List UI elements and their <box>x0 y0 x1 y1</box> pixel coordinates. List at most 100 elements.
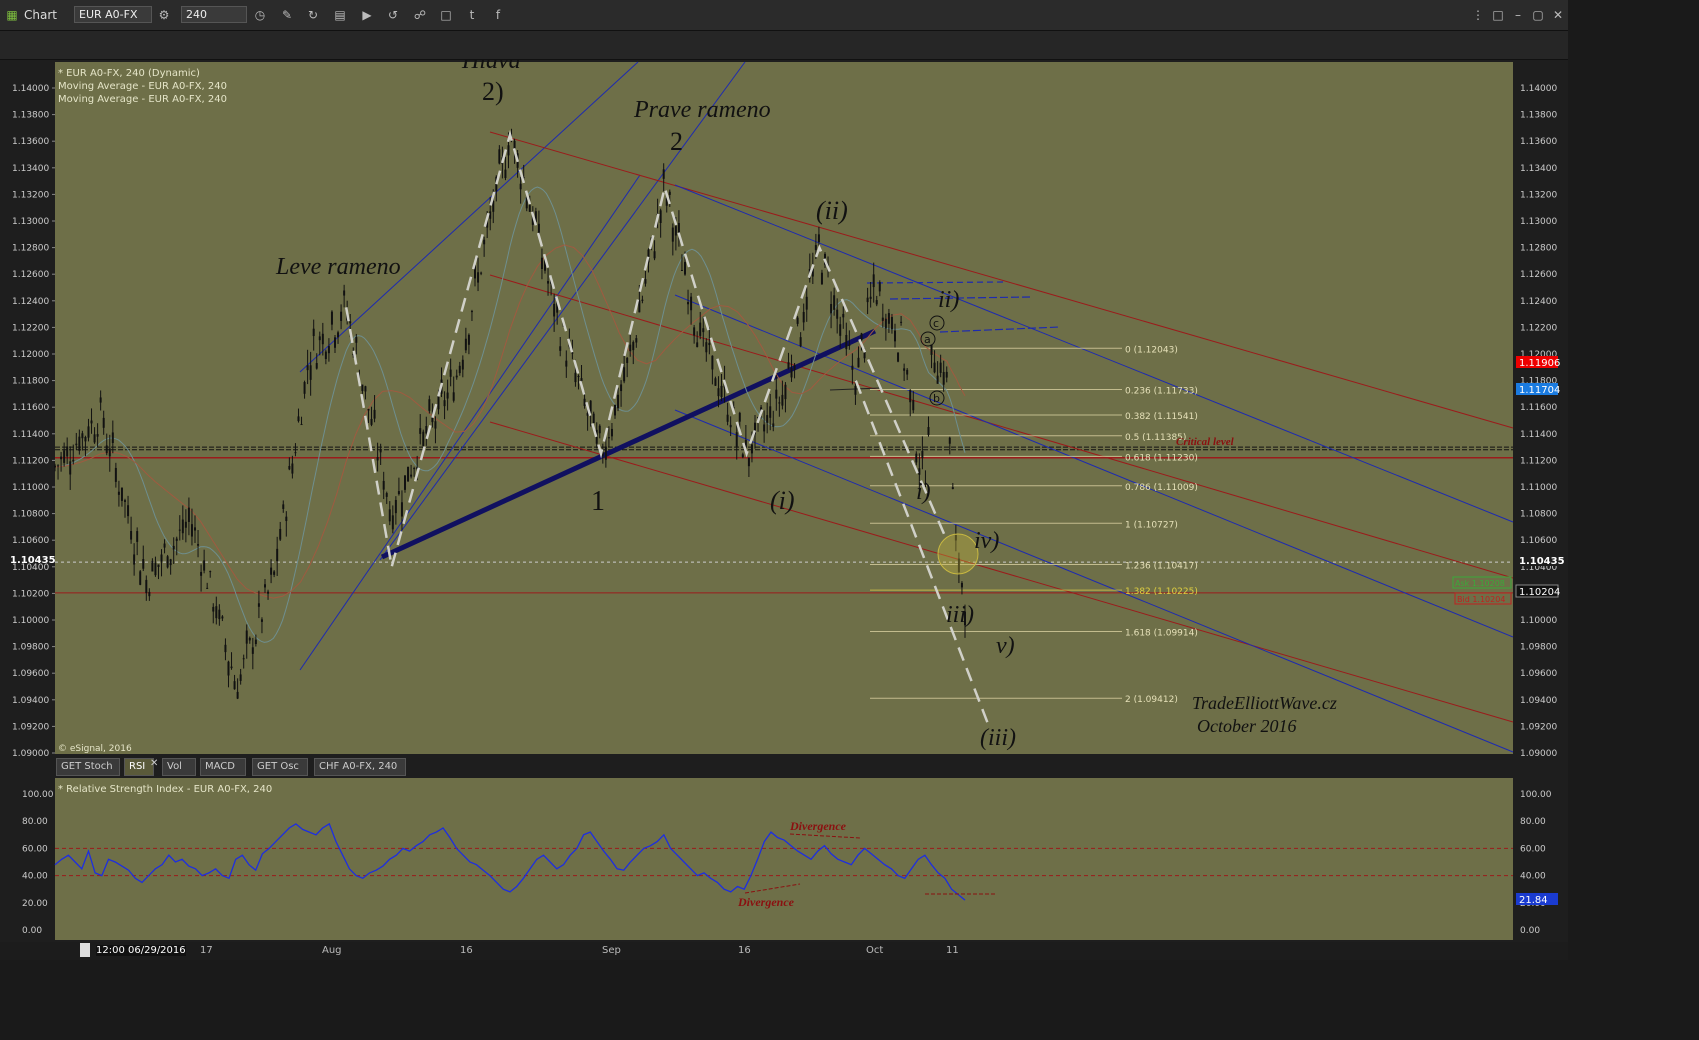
y-tick-right: 1.14000 <box>1520 84 1557 94</box>
rsi-title: * Relative Strength Index - EUR A0-FX, 2… <box>58 784 272 795</box>
candle-body <box>464 338 467 351</box>
candle-body <box>102 417 105 428</box>
twitter-icon[interactable]: t <box>464 7 480 23</box>
candle-body <box>422 431 425 446</box>
candle-body <box>254 639 257 644</box>
candle-body <box>413 468 416 470</box>
symbol-input[interactable] <box>74 6 152 23</box>
candle-body <box>324 351 327 360</box>
rsi-pane <box>55 778 1513 940</box>
candle-body <box>890 317 893 330</box>
y-tick-right: 1.13400 <box>1520 164 1557 174</box>
candle-body <box>711 355 714 370</box>
chart-canvas[interactable]: 1.14000 1.13800 1.13600 1.13400 1.13200 1.130… <box>0 60 1568 942</box>
candle-body <box>69 461 72 475</box>
replay-icon[interactable]: ↺ <box>385 7 401 23</box>
window-menu-icon[interactable]: ⋮ <box>1470 7 1486 23</box>
x-axis: 12:00 06/29/2016 17 Aug 16 Sep 16 Oct 11 <box>0 942 1568 960</box>
copyright: © eSignal, 2016 <box>58 744 132 754</box>
comment-icon[interactable]: □ <box>438 7 454 23</box>
candle-body <box>903 368 906 371</box>
candle-body <box>145 579 148 594</box>
clock-icon[interactable]: ◷ <box>252 7 268 23</box>
watermark-line1: TradeElliottWave.cz <box>1192 693 1337 713</box>
candle-body <box>248 637 251 641</box>
label-iv: iv) <box>974 528 999 554</box>
restore-icon[interactable]: □ <box>1490 7 1506 23</box>
candle-body <box>918 468 921 475</box>
candle-body <box>814 245 817 251</box>
facebook-icon[interactable]: f <box>490 7 506 23</box>
symbol-lookup-icon[interactable]: ⚙ <box>156 7 172 23</box>
candle-body <box>400 502 403 517</box>
badge-current-text: 1.10435 <box>1519 556 1565 567</box>
candle-body <box>221 616 224 619</box>
y-tick-right: 1.10800 <box>1520 510 1557 520</box>
tab-get-stoch[interactable]: GET Stoch <box>56 758 120 776</box>
candle-body <box>446 392 449 399</box>
candle-body <box>184 521 187 528</box>
tab-get-osc[interactable]: GET Osc <box>252 758 308 776</box>
y-tick-right: 1.11600 <box>1520 403 1557 413</box>
legend-line-3: Moving Average - EUR A0-FX, 240 <box>58 94 227 105</box>
candle-body <box>699 322 702 336</box>
candle-body <box>90 420 93 424</box>
candle-body <box>483 239 486 245</box>
y-tick-right: 1.12600 <box>1520 270 1557 280</box>
candle-body <box>364 386 367 392</box>
candle-body <box>720 385 723 398</box>
candle-body <box>373 409 376 419</box>
candle-body <box>297 416 300 422</box>
candle-body <box>507 145 510 156</box>
interval-input[interactable] <box>181 6 247 23</box>
maximize-icon[interactable]: ▢ <box>1530 7 1546 23</box>
minimize-icon[interactable]: – <box>1510 7 1526 23</box>
y-tick-left: 1.11600 <box>12 403 49 413</box>
play-icon[interactable]: ▶ <box>359 7 375 23</box>
tab-macd[interactable]: MACD <box>200 758 246 776</box>
candle-body <box>236 691 239 699</box>
candle-body <box>60 456 63 460</box>
candle-body <box>300 424 303 426</box>
candle-body <box>78 436 81 451</box>
tab-close-icon[interactable]: ✕ <box>150 758 158 769</box>
candle-body <box>626 357 629 364</box>
candle-body <box>270 567 273 575</box>
close-icon[interactable]: ✕ <box>1550 7 1566 23</box>
candle-body <box>327 346 330 354</box>
label-i-small: i) <box>916 479 931 505</box>
candle-body <box>117 491 120 495</box>
tab-chf[interactable]: CHF A0-FX, 240 <box>314 758 406 776</box>
x-label-17: 17 <box>200 945 213 956</box>
candle-body <box>163 543 166 548</box>
candle-body <box>793 365 796 370</box>
candle-body <box>340 311 343 321</box>
y-tick-right: 1.09000 <box>1520 749 1557 759</box>
candle-body <box>303 382 306 394</box>
y-tick-right: 1.13200 <box>1520 190 1557 200</box>
y-tick-left: 1.13200 <box>12 190 49 200</box>
refresh-icon[interactable]: ↻ <box>305 7 321 23</box>
candle-body <box>108 448 111 457</box>
candle-body <box>845 334 848 350</box>
candle-body <box>391 515 394 530</box>
candle-body <box>178 529 181 531</box>
x-cursor-label: 12:00 06/29/2016 <box>96 945 186 956</box>
candle-body <box>84 436 87 442</box>
pencil-icon[interactable]: ✎ <box>279 7 295 23</box>
candle-body <box>644 279 647 284</box>
candle-body <box>318 336 321 341</box>
y-tick-left: 1.11200 <box>12 456 49 466</box>
layout-icon[interactable]: ▤ <box>332 7 348 23</box>
label-iii-small: iii) <box>946 602 974 628</box>
fib-label: 0 (1.12043) <box>1125 345 1178 355</box>
candle-body <box>455 375 458 378</box>
link-icon[interactable]: ☍ <box>412 7 428 23</box>
candle-body <box>419 428 422 434</box>
candle-body <box>410 474 413 477</box>
candle-body <box>817 234 820 243</box>
tab-vol[interactable]: Vol <box>162 758 196 776</box>
y-tick-right: 1.10600 <box>1520 536 1557 546</box>
candle-body <box>306 365 309 371</box>
candle-body <box>370 418 373 425</box>
